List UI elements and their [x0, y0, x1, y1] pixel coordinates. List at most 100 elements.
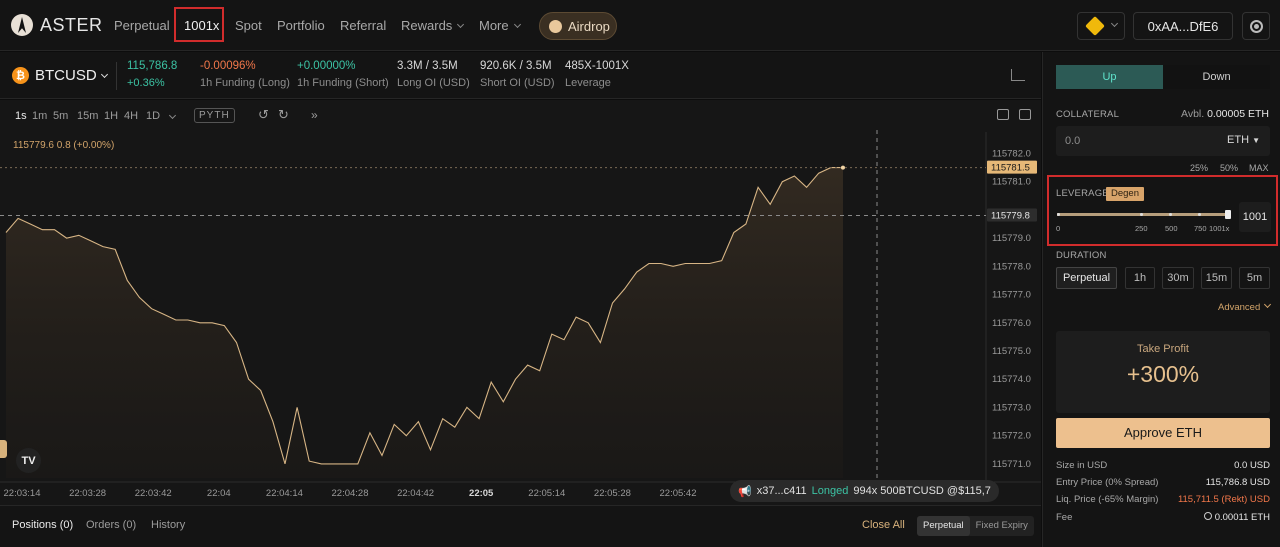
- brand-name: ASTER: [40, 14, 103, 35]
- nav-referral[interactable]: Referral: [340, 18, 386, 33]
- order-panel: Up Down COLLATERAL Avbl. 0.00005 ETH 0.0…: [1042, 52, 1280, 547]
- trade-ticker: 📢 x37...c411 Longed 994x 500BTCUSD @$115…: [730, 480, 999, 502]
- nav-portfolio[interactable]: Portfolio: [277, 18, 325, 33]
- segment-perpetual[interactable]: Perpetual: [917, 516, 970, 536]
- collateral-input[interactable]: 0.0 ETH ▼: [1056, 126, 1270, 156]
- price-area: [6, 167, 843, 478]
- approve-eth-button[interactable]: Approve ETH: [1056, 418, 1270, 448]
- sidebar-expand-tab[interactable]: [0, 440, 7, 458]
- pct-max-button[interactable]: MAX: [1249, 163, 1269, 173]
- leverage-range-value: 485X-1001X: [565, 60, 629, 72]
- liq-price-row: Liq. Price (-65% Margin) 115,711.5 (Rekt…: [1056, 494, 1270, 505]
- funding-short-value: +0.00000%: [297, 60, 356, 72]
- price-chart-panel: 1s 1m 5m 15m 1H 4H 1D PYTH ↺ ↻ » 115779.…: [0, 100, 1041, 505]
- bnb-chain-icon: [1085, 16, 1105, 36]
- nav-1001x[interactable]: 1001x: [174, 7, 224, 42]
- divider: [116, 62, 117, 90]
- short-oi-label: Short OI (USD): [480, 77, 555, 89]
- advanced-toggle[interactable]: Advanced: [1218, 300, 1271, 313]
- nav-1001x-label: 1001x: [184, 18, 220, 33]
- tab-history[interactable]: History: [151, 519, 185, 531]
- chart-type-icon[interactable]: [1011, 69, 1025, 81]
- y-tick-label: 115777.0: [992, 290, 1031, 301]
- mark-price: 115,786.8: [127, 60, 178, 72]
- settings-button[interactable]: [1242, 12, 1270, 40]
- nav-more[interactable]: More: [479, 18, 521, 33]
- collateral-unit-selector[interactable]: ETH ▼: [1227, 134, 1260, 146]
- collateral-label: COLLATERAL: [1056, 109, 1120, 120]
- bitcoin-icon: ₿: [12, 67, 29, 84]
- leverage-slider[interactable]: [1057, 213, 1229, 216]
- duration-perpetual[interactable]: Perpetual: [1056, 267, 1117, 289]
- market-type-toggle: Perpetual Fixed Expiry: [917, 516, 1034, 536]
- logo[interactable]: ASTER: [11, 14, 103, 36]
- price-stat: 115,786.8 +0.36%: [127, 60, 177, 89]
- gear-icon: [1249, 19, 1263, 33]
- duration-30m[interactable]: 30m: [1162, 267, 1194, 289]
- up-button[interactable]: Up: [1056, 65, 1163, 89]
- x-tick-label: 22:05:28: [594, 488, 631, 499]
- aster-logo-icon: [11, 14, 33, 36]
- chevron-down-icon: [1263, 300, 1271, 309]
- symbol-selector[interactable]: BTCUSD: [35, 67, 108, 84]
- funding-short-label: 1h Funding (Short): [297, 77, 389, 89]
- collateral-unit: ETH: [1227, 134, 1250, 146]
- nav-perpetual[interactable]: Perpetual: [114, 18, 170, 33]
- funding-long-label: 1h Funding (Long): [200, 77, 290, 89]
- slider-step-750: [1198, 213, 1201, 216]
- y-tick-label: 115774.0: [992, 374, 1031, 385]
- x-tick-label: 22:04:28: [332, 488, 369, 499]
- duration-label: DURATION: [1056, 250, 1107, 261]
- tradingview-logo[interactable]: TV: [16, 448, 41, 473]
- fee-row: Fee 0.00011 ETH: [1056, 512, 1270, 523]
- size-label: Size in USD: [1056, 460, 1108, 471]
- price-chart[interactable]: 115782.0 115781.0 115779.0 115778.0 115777.0…: [0, 100, 1041, 505]
- long-oi-value: 3.3M / 3.5M: [397, 60, 458, 72]
- avbl-value: 0.00005 ETH: [1207, 108, 1269, 120]
- wallet-address-button[interactable]: 0xAA...DfE6: [1133, 12, 1233, 40]
- positions-panel: Positions (0) Orders (0) History Close A…: [0, 505, 1041, 547]
- ticker-detail: 994x 500BTCUSD @$115,7: [853, 485, 991, 497]
- y-tick-label: 115781.0: [992, 177, 1031, 188]
- clock-icon: [1203, 512, 1212, 520]
- pct-25-button[interactable]: 25%: [1190, 163, 1208, 173]
- down-button[interactable]: Down: [1163, 65, 1270, 89]
- duration-15m[interactable]: 15m: [1201, 267, 1232, 289]
- leverage-slider-handle[interactable]: [1225, 210, 1231, 219]
- y-tick-label: 115782.0: [992, 148, 1031, 159]
- leverage-input[interactable]: 1001: [1239, 202, 1271, 232]
- fee-value: 0.00011 ETH: [1214, 512, 1270, 523]
- duration-5m[interactable]: 5m: [1239, 267, 1270, 289]
- tab-positions[interactable]: Positions (0): [12, 519, 73, 531]
- tab-orders[interactable]: Orders (0): [86, 519, 136, 531]
- chevron-down-icon: [513, 20, 521, 29]
- chain-selector[interactable]: [1077, 12, 1125, 40]
- tick-250: 250: [1135, 224, 1148, 233]
- ticker-action: Longed: [811, 485, 849, 497]
- degen-badge[interactable]: Degen: [1106, 187, 1144, 201]
- x-tick-label: 22:03:14: [4, 488, 41, 499]
- tick-0: 0: [1056, 224, 1061, 233]
- close-all-button[interactable]: Close All: [862, 519, 905, 531]
- liq-price-value: 115,711.5 (Rekt) USD: [1177, 494, 1270, 505]
- x-tick-label: 22:03:28: [69, 488, 106, 499]
- nav-spot[interactable]: Spot: [235, 18, 262, 33]
- fee-value-wrap: 0.00011 ETH: [1203, 512, 1270, 523]
- collateral-value: 0.0: [1065, 135, 1081, 147]
- duration-1h[interactable]: 1h: [1125, 267, 1155, 289]
- leverage-label: LEVERAGE: [1056, 188, 1109, 199]
- take-profit-card: Take Profit +300%: [1056, 331, 1270, 413]
- size-value: 0.0 USD: [1234, 460, 1270, 471]
- pct-50-button[interactable]: 50%: [1220, 163, 1238, 173]
- crosshair-price-tag: 115779.8: [991, 211, 1030, 222]
- segment-fixed-expiry[interactable]: Fixed Expiry: [970, 516, 1034, 536]
- caret-down-icon: ▼: [1252, 136, 1260, 145]
- nav-rewards[interactable]: Rewards: [401, 18, 465, 33]
- ticker-address: x37...c411: [756, 485, 807, 497]
- airdrop-button[interactable]: Airdrop: [539, 12, 617, 40]
- leverage-stat: 485X-1001X Leverage: [565, 60, 629, 89]
- available-balance: Avbl. 0.00005 ETH: [1181, 108, 1269, 120]
- symbol-label: BTCUSD: [35, 67, 97, 84]
- liq-price-label: Liq. Price (-65% Margin): [1056, 494, 1159, 505]
- y-tick-label: 115779.0: [992, 233, 1031, 244]
